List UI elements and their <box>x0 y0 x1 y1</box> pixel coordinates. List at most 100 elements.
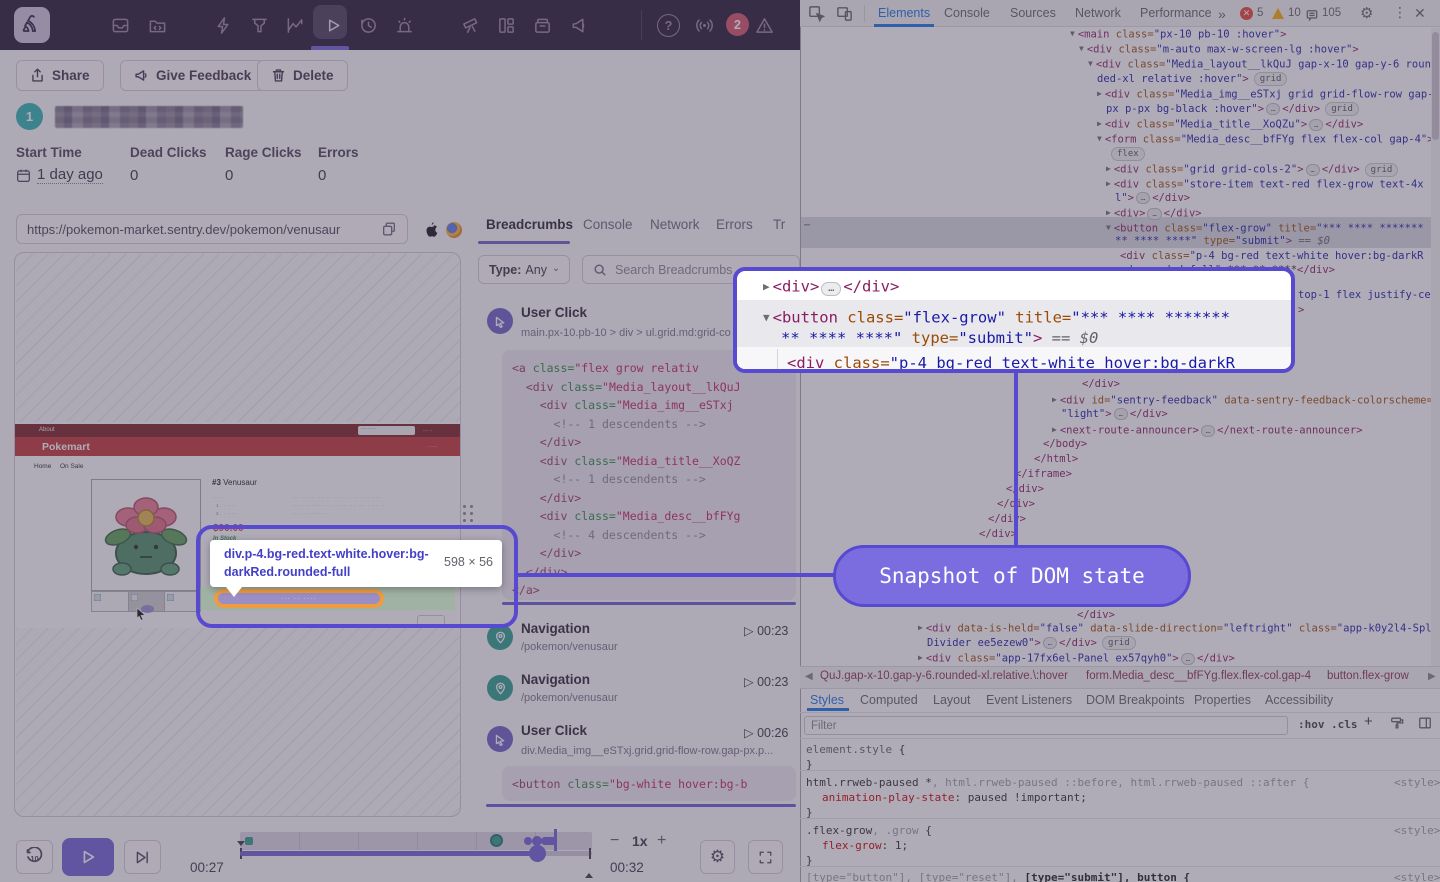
dom-tree-line[interactable]: ▶<div class="app-17fx6el-Panel ex57qyh0"… <box>918 651 1235 666</box>
product-thumbnail-selected[interactable] <box>128 591 165 612</box>
dom-crumb[interactable]: form.Media_desc__bfFYg.flex.flex-col.gap… <box>1086 670 1311 682</box>
dom-tree-line[interactable]: ▼<div class="Media_layout__lkQuJ gap-x-1… <box>1088 57 1431 72</box>
dom-tree-line[interactable]: ▶<div data-is-held="false" data-slide-di… <box>918 621 1440 636</box>
devtools-menu-icon[interactable]: ⋮ <box>1393 4 1407 21</box>
rewind-10-button[interactable]: 10 <box>16 840 53 874</box>
new-style-rule-button[interactable]: + <box>1364 713 1373 730</box>
give-feedback-button[interactable]: Give Feedback <box>120 60 265 91</box>
lightning-icon[interactable] <box>211 13 235 37</box>
inspect-element-icon[interactable] <box>808 5 825 27</box>
devtools-tab-elements[interactable]: Elements <box>878 6 930 20</box>
next-breadcrumb-button[interactable] <box>124 840 161 874</box>
breadcrumb-timestamp[interactable]: ▷ 00:23 <box>744 674 788 689</box>
dom-tree-line[interactable]: > <box>1298 304 1304 317</box>
breadcrumb-timestamp[interactable]: ▷ 00:23 <box>744 623 788 638</box>
releases-icon[interactable] <box>530 13 554 37</box>
dom-tree-line[interactable]: ** **** ****" type="submit"> == $0 <box>1115 235 1330 248</box>
play-button[interactable] <box>62 838 114 876</box>
devtools-tab-console[interactable]: Console <box>944 6 990 20</box>
dom-tree-line[interactable]: </iframe> <box>1015 468 1072 481</box>
timeline-event-marker[interactable] <box>554 829 557 853</box>
broadcast-icon[interactable] <box>692 13 716 37</box>
product-thumbnail[interactable] <box>91 591 129 612</box>
dom-tree-line[interactable]: ▼<button class="flex-grow" title="*** **… <box>1106 221 1424 236</box>
devtools-tab-network[interactable]: Network <box>1075 6 1121 20</box>
dom-tree-line[interactable]: ded-xl relative :hover">grid <box>1097 72 1287 86</box>
cls-toggle[interactable]: .cls <box>1331 718 1358 731</box>
dom-tree-line[interactable]: top-1 flex justify-cen <box>1298 289 1437 302</box>
page-select[interactable]: ········· <box>358 426 415 435</box>
error-count[interactable]: 5 <box>1257 7 1263 19</box>
tab-network[interactable]: Network <box>650 217 700 232</box>
devtools-tab-sources[interactable]: Sources <box>1010 6 1056 20</box>
style-rule-line[interactable]: flex-grow: 1; <box>822 839 908 852</box>
tab-console[interactable]: Console <box>583 217 633 232</box>
dom-tree-line[interactable]: ▶<div class="grid grid-cols-2">…</div>gr… <box>1106 162 1398 177</box>
stats-icon[interactable] <box>494 13 518 37</box>
notification-badge[interactable]: 2 <box>726 13 749 36</box>
dom-tree-line[interactable]: ▶<next-route-announcer>…</next-route-ann… <box>1052 423 1363 438</box>
sentry-logo[interactable] <box>14 7 50 43</box>
alerts-icon[interactable] <box>392 13 416 37</box>
style-rule-line[interactable]: <style> <box>1394 824 1440 837</box>
dom-tree-line[interactable]: </html> <box>1034 453 1078 466</box>
dom-tree-line[interactable]: </div> <box>1006 483 1044 496</box>
styles-tab-layout[interactable]: Layout <box>933 693 971 707</box>
breadcrumb-timestamp[interactable]: ▷ 00:26 <box>744 725 788 740</box>
style-rule-line[interactable]: <style> <box>1394 776 1440 789</box>
timeline-event-marker[interactable] <box>245 837 253 845</box>
copy-icon[interactable] <box>381 221 397 237</box>
dashboards-icon[interactable] <box>283 13 307 37</box>
devtools-tab-performance[interactable]: Performance <box>1140 6 1212 20</box>
page-brand[interactable]: Pokemart <box>42 441 90 453</box>
stat-value[interactable]: 1 day ago <box>37 166 103 184</box>
warning-count-icon[interactable] <box>1272 8 1284 19</box>
error-count-icon[interactable]: ✕ <box>1240 7 1253 20</box>
hov-toggle[interactable]: :hov <box>1298 718 1325 731</box>
delete-button[interactable]: Delete <box>257 60 348 91</box>
dom-tree-line[interactable]: ▶<div id="sentry-feedback" data-sentry-f… <box>1052 393 1433 408</box>
dom-tree-line[interactable]: </div> <box>1082 378 1120 391</box>
styles-tab-properties[interactable]: Properties <box>1194 693 1251 707</box>
more-tabs-icon[interactable]: » <box>1218 6 1226 22</box>
dom-tree-line[interactable]: ▼<main class="px-10 pb-10 :hover"> <box>1070 27 1286 42</box>
replays-icon[interactable] <box>321 13 345 37</box>
speed-decrease-button[interactable]: − <box>610 832 619 850</box>
speed-increase-button[interactable]: + <box>657 832 666 850</box>
player-settings-button[interactable]: ⚙ <box>700 840 735 874</box>
styles-tab-styles[interactable]: Styles <box>810 693 844 707</box>
scrubber-thumb[interactable] <box>529 845 546 862</box>
dom-tree-line[interactable]: ▶<div class="Media_title__XoQZu">…</div> <box>1097 117 1363 132</box>
style-rule-line[interactable]: element.style { <box>806 743 905 756</box>
dom-tree-line[interactable]: ▼<form class="Media_desc__bfFYg flex fle… <box>1097 132 1434 147</box>
page-nav-home[interactable]: Home <box>34 463 51 470</box>
dom-tree-line[interactable]: </body> <box>1043 438 1087 451</box>
speed-value[interactable]: 1x <box>632 833 648 849</box>
message-count[interactable]: 105 <box>1322 7 1341 19</box>
dom-crumb-active[interactable]: button.flex-grow <box>1327 670 1409 682</box>
style-rule-line[interactable]: .flex-grow, .grow { <box>806 824 932 837</box>
tab-trace[interactable]: Tr <box>773 217 785 232</box>
fullscreen-button[interactable] <box>748 840 783 874</box>
style-rule-line[interactable]: <style> <box>1394 871 1440 882</box>
dom-tree-line[interactable]: ▼<div class="m-auto max-w-screen-lg :hov… <box>1079 42 1359 57</box>
dom-crumb[interactable]: QuJ.gap-x-10.gap-y-6.rounded-xl.relative… <box>820 670 1068 682</box>
styles-filter-input[interactable]: Filter <box>804 716 1288 735</box>
style-rule-line[interactable]: animation-play-state: paused !important; <box>822 791 1087 804</box>
pane-resize-handle[interactable] <box>463 505 473 522</box>
styles-tab-dom-breakpoints[interactable]: DOM Breakpoints <box>1086 693 1185 707</box>
sidebar-layout-icon[interactable] <box>1418 716 1432 735</box>
page-about-link[interactable]: About <box>39 427 55 433</box>
devtools-close-icon[interactable]: ✕ <box>1414 5 1426 22</box>
devtools-scrollbar-thumb[interactable] <box>1432 32 1439 140</box>
feedback-icon[interactable] <box>567 13 591 37</box>
dom-tree-line[interactable]: ▶<div class="store-item text-red flex-gr… <box>1106 177 1424 192</box>
type-filter-dropdown[interactable]: Type: Any <box>478 255 570 284</box>
dom-tree-line[interactable]: </div> <box>979 528 1017 541</box>
message-count-icon[interactable] <box>1306 8 1318 26</box>
dom-tree-line[interactable]: </div> <box>988 513 1026 526</box>
discover-icon[interactable] <box>247 13 271 37</box>
style-rule-line[interactable]: html.rrweb-paused *, html.rrweb-paused :… <box>806 776 1309 789</box>
dom-tree-line[interactable]: ▶<div>…</div> <box>1106 206 1202 221</box>
timeline-event-marker[interactable] <box>524 837 532 845</box>
